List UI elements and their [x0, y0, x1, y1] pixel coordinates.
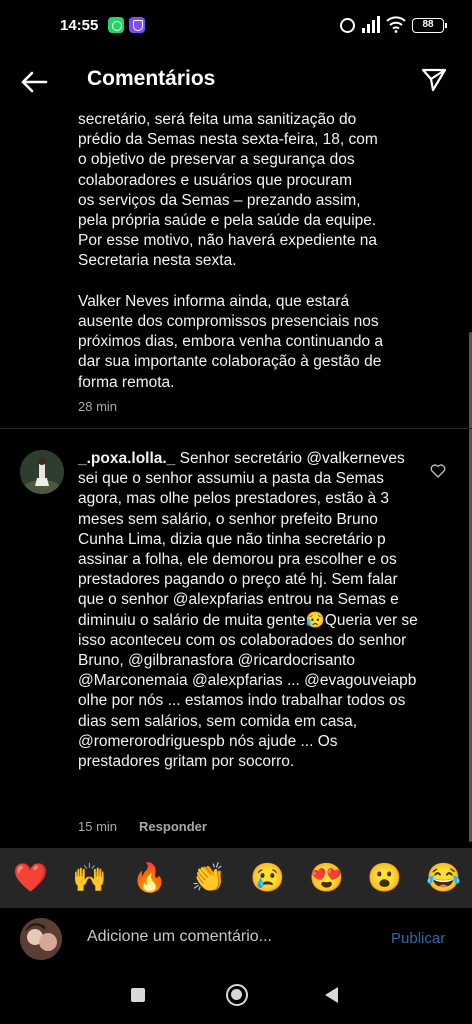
emoji-raised-hands[interactable]: 🙌 — [72, 862, 107, 894]
comment-composer: Adicione um comentário... Publicar — [0, 908, 472, 968]
reply-button[interactable]: Responder — [139, 819, 207, 834]
emoji-heart[interactable]: ❤️ — [13, 862, 48, 894]
wifi-icon — [386, 16, 406, 33]
recents-square-icon[interactable] — [131, 988, 145, 1002]
back-triangle-icon[interactable] — [325, 987, 338, 1003]
comment-input[interactable]: Adicione um comentário... — [87, 928, 272, 946]
status-time: 14:55 — [60, 17, 99, 34]
system-nav-bar — [0, 968, 472, 1024]
emoji-surprised[interactable]: 😮 — [367, 862, 402, 894]
caption-timestamp: 28 min — [78, 399, 118, 414]
comment-body: _.poxa.lolla._ Senhor secretário @valker… — [78, 449, 418, 772]
page-title: Comentários — [87, 67, 216, 90]
emoji-cry[interactable]: 😢 — [250, 862, 285, 894]
emoji-bar: ❤️ 🙌 🔥 👏 😢 😍 😮 😂 — [0, 848, 472, 908]
heart-outline-icon[interactable] — [430, 463, 446, 478]
publish-button[interactable]: Publicar — [391, 930, 445, 947]
home-circle-icon[interactable] — [226, 984, 248, 1006]
divider — [0, 428, 472, 429]
avatar[interactable] — [20, 450, 64, 494]
signal-icon — [362, 16, 380, 33]
whatsapp-icon — [108, 17, 124, 33]
vpn-icon — [129, 17, 145, 33]
comment-text: Senhor secretário @valkerneves sei que o… — [78, 450, 418, 771]
comment-meta: 15 min Responder — [78, 819, 207, 834]
comment-username[interactable]: _.poxa.lolla._ — [78, 450, 175, 467]
emoji-heart-eyes[interactable]: 😍 — [309, 862, 344, 894]
avatar — [20, 918, 62, 960]
comments-list[interactable]: secretário, será feita uma sanitização d… — [0, 110, 472, 848]
battery-icon: 88 — [412, 18, 447, 33]
arrow-left-icon[interactable] — [18, 66, 50, 98]
comment-timestamp: 15 min — [78, 819, 118, 834]
emoji-clap[interactable]: 👏 — [191, 862, 226, 894]
emoji-fire[interactable]: 🔥 — [132, 862, 167, 894]
app-header: Comentários — [0, 54, 472, 110]
alarm-icon — [340, 18, 355, 33]
paper-plane-icon[interactable] — [420, 66, 448, 94]
status-bar: 14:55 88 — [0, 0, 472, 54]
post-caption: secretário, será feita uma sanitização d… — [78, 111, 384, 391]
emoji-laughing[interactable]: 😂 — [426, 862, 461, 894]
